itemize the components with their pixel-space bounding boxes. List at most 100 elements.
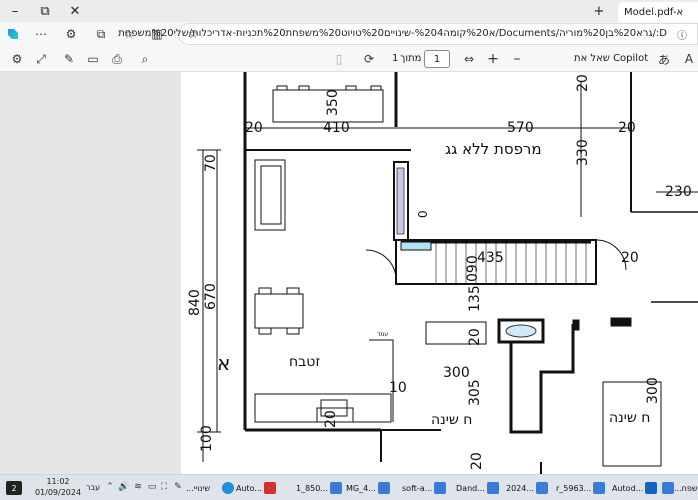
zoom-in-button[interactable]: +: [484, 50, 502, 68]
new-tab-label: +: [593, 3, 605, 19]
taskbar-app-label: r_5963...: [556, 483, 592, 493]
speaker-icon[interactable]: 🔊: [118, 480, 130, 494]
wifi-icon[interactable]: ≋: [132, 480, 144, 494]
dim-20-f: 20: [323, 410, 339, 428]
taskbar-app-0[interactable]: ...שינויי: [186, 479, 210, 497]
dim-20-c: 20: [575, 74, 591, 92]
pdf-toolbar: ⚙ ⤢ ✎ ▭ ⎙ ⌕ ▯ ⟳ 1 מתוך 1 ⇔ + – שאל את Co…: [0, 46, 698, 72]
dim-090: 090: [465, 255, 481, 282]
pen-icon[interactable]: ✎: [172, 480, 184, 494]
dim-100: 100: [199, 425, 215, 452]
network-icon[interactable]: ⛶: [158, 480, 170, 494]
dim-570: 570: [507, 120, 534, 136]
close-window-button[interactable]: ✕: [60, 0, 90, 22]
label-kitchen: זטבח: [289, 354, 320, 370]
page-number-input[interactable]: 1: [424, 50, 450, 68]
tab-title: Model.pdf-א: [624, 6, 684, 18]
taskbar: 2 11:02 01/09/2024 עבר ⌃ 🔊 ≋ ▭ ⛶ ✎ ...שי…: [0, 474, 698, 500]
taskbar-app-7[interactable]: r_5963...: [556, 479, 606, 497]
label-bedroom-left: ח שינה: [431, 412, 472, 428]
image-icon: [434, 482, 447, 494]
collections-icon[interactable]: ⧉: [92, 25, 110, 43]
dim-300: 300: [443, 365, 470, 381]
pdf-viewer[interactable]: 350 20 410 570 20 20 330 70 230 0 435 09…: [0, 72, 698, 474]
taskbar-app-label: ...שינויי: [186, 483, 211, 493]
label-roof-balcony: מרפסת ללא גג: [445, 140, 542, 158]
language-indicator[interactable]: עבר: [86, 483, 100, 492]
dim-300-b: 300: [645, 377, 661, 404]
restore-button[interactable]: ⧉: [30, 0, 60, 22]
image-icon: [593, 482, 606, 494]
chevron-up-icon[interactable]: ⌃: [104, 480, 116, 494]
taskbar-app-8[interactable]: Autod...: [612, 479, 658, 497]
tab-model-pdf[interactable]: Model.pdf-א: [618, 2, 698, 22]
taskbar-app-2[interactable]: 1_850...: [296, 479, 342, 497]
address-input[interactable]: ☆ D:/גרא%20בן%20מוריה/Documents/א%20קומה…: [118, 23, 698, 45]
clock[interactable]: 11:02 01/09/2024: [34, 476, 82, 498]
taskbar-app-1[interactable]: Auto...: [236, 479, 277, 497]
minimize-button[interactable]: –: [0, 0, 30, 22]
taskbar-app-label: 1_850...: [296, 483, 328, 493]
stair-treads: [435, 240, 587, 284]
clock-time: 11:02: [46, 477, 70, 486]
page-current: 1: [433, 53, 441, 65]
autocad-icon: [264, 482, 277, 494]
taskbar-app-label: Autod...: [612, 483, 644, 493]
label-letter-a: א: [217, 351, 230, 375]
file-icon: ⓘ: [677, 30, 687, 42]
door-arc-left: [365, 249, 397, 281]
dim-840: 840: [187, 289, 203, 316]
save-icon[interactable]: ▭: [84, 50, 102, 68]
dim-135: 135: [467, 285, 483, 312]
page-total: 1: [392, 53, 399, 64]
tracking-icon[interactable]: ⚙: [62, 25, 80, 43]
taskbar-app-5[interactable]: Dand...: [456, 479, 499, 497]
taskbar-app-label: ...משפח: [674, 483, 698, 493]
address-bar-row: ⋯ ⚙ ⧉ ☆ ▥ ☆ D:/גרא%20בן%20מוריה/Document…: [0, 22, 698, 46]
dim-20-d: 20: [621, 250, 639, 266]
taskbar-app-label: Dand...: [456, 483, 485, 493]
close-icon: ✕: [69, 3, 81, 19]
notification-badge[interactable]: 2: [6, 481, 22, 495]
settings-icon[interactable]: ⚙: [8, 50, 26, 68]
ask-copilot-button[interactable]: שאל את Copilot: [574, 53, 648, 64]
restore-icon: ⧉: [40, 3, 50, 19]
more-icon[interactable]: ⋯: [32, 25, 50, 43]
taskbar-app-9[interactable]: ...משפח: [660, 479, 698, 497]
title-bar: – ⧉ ✕ + ✕ Model.pdf-א: [0, 0, 698, 22]
two-page-icon[interactable]: ▯: [330, 50, 348, 68]
taskbar-app-4[interactable]: soft-a...: [402, 479, 447, 497]
copilot-icon[interactable]: [4, 25, 22, 43]
dining-table-left: [254, 293, 304, 329]
fit-page-icon[interactable]: ⇔: [460, 50, 478, 68]
floor-plan-drawing: 350 20 410 570 20 20 330 70 230 0 435 09…: [187, 72, 698, 474]
dim-20-e: 20: [467, 328, 483, 346]
dim-435: 435: [477, 250, 504, 266]
print-icon[interactable]: ⎙: [108, 50, 126, 68]
taskbar-app-6[interactable]: 2024...: [506, 479, 548, 497]
zoom-out-button[interactable]: –: [508, 50, 526, 68]
taskbar-app-label: MG_4...: [346, 483, 376, 493]
search-icon[interactable]: ⌕: [136, 50, 154, 68]
dim-0: 0: [416, 210, 430, 218]
taskbar-edge[interactable]: [220, 479, 234, 497]
image-icon: [662, 482, 674, 494]
dim-230: 230: [665, 184, 692, 200]
read-aloud-icon[interactable]: A: [680, 50, 698, 68]
taskbar-app-label: 2024...: [506, 483, 534, 493]
taskbar-app-label: Auto...: [236, 483, 263, 493]
image-icon: [536, 482, 548, 494]
minimize-label: –: [11, 3, 19, 19]
zoom-in-label: +: [487, 51, 499, 67]
draw-icon[interactable]: ✎: [60, 50, 78, 68]
dim-410: 410: [323, 120, 350, 136]
translate-icon[interactable]: あ: [655, 50, 673, 68]
fullscreen-icon[interactable]: ⤢: [32, 50, 50, 68]
battery-icon[interactable]: ▭: [146, 480, 158, 494]
taskbar-app-3[interactable]: MG_4...: [346, 479, 390, 497]
dim-350: 350: [325, 89, 341, 116]
rotate-icon[interactable]: ⟳: [360, 50, 378, 68]
pdf-page: 350 20 410 570 20 20 330 70 230 0 435 09…: [181, 72, 698, 474]
dim-330: 330: [575, 139, 591, 166]
label-bedroom-right: ח שינה: [609, 410, 650, 426]
